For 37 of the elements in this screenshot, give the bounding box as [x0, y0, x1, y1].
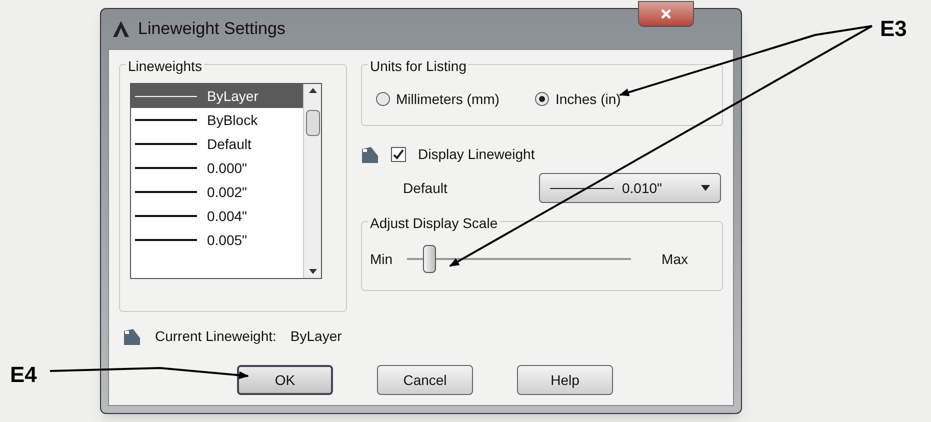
dropdown-arrow-icon — [701, 185, 710, 191]
lineweight-item[interactable]: 0.004" — [131, 204, 303, 228]
checkbox-label[interactable]: Display Lineweight — [418, 144, 535, 165]
checkbox[interactable] — [391, 147, 406, 162]
default-dropdown[interactable]: 0.010" — [539, 173, 721, 203]
current-lineweight-label: Current Lineweight: — [155, 327, 276, 346]
dialog-button[interactable]: OK — [237, 365, 333, 395]
radio-option[interactable]: Inches (in) — [535, 88, 621, 110]
radio-button[interactable] — [535, 92, 550, 106]
lineweight-item[interactable]: Default — [131, 132, 303, 156]
lineweight-icon — [123, 328, 141, 346]
scroll-thumb[interactable] — [306, 110, 320, 136]
lineweight-item[interactable]: ByLayer — [131, 84, 303, 108]
lineweight-item[interactable]: ByBlock — [131, 108, 303, 132]
lineweight-item[interactable]: 0.002" — [131, 180, 303, 204]
dialog-button[interactable]: Help — [517, 365, 613, 395]
callout-label: E3 — [880, 15, 907, 43]
radio-button[interactable] — [376, 92, 390, 106]
lineweight-icon — [361, 146, 379, 164]
slider-track[interactable] — [406, 245, 631, 273]
lineweight-item[interactable]: 0.000" — [131, 156, 303, 180]
dialog-button[interactable]: Cancel — [377, 365, 473, 395]
close-icon — [660, 8, 672, 20]
scroll-up-icon[interactable] — [308, 88, 316, 93]
max-label: Max — [662, 250, 688, 268]
app-logo-icon — [112, 20, 130, 38]
lineweight-item[interactable]: 0.005" — [131, 228, 303, 252]
callout-label: E4 — [10, 361, 37, 389]
window-title: Lineweight Settings — [138, 18, 286, 40]
slider-thumb[interactable] — [422, 245, 436, 273]
current-lineweight-value: ByLayer — [290, 327, 342, 346]
radio-option[interactable]: Millimeters (mm) — [376, 88, 500, 110]
default-label: Default — [402, 178, 448, 198]
min-label: Min — [370, 250, 393, 268]
scroll-down-icon[interactable] — [308, 269, 316, 274]
scrollbar[interactable] — [303, 84, 321, 278]
close-button[interactable] — [638, 1, 694, 27]
